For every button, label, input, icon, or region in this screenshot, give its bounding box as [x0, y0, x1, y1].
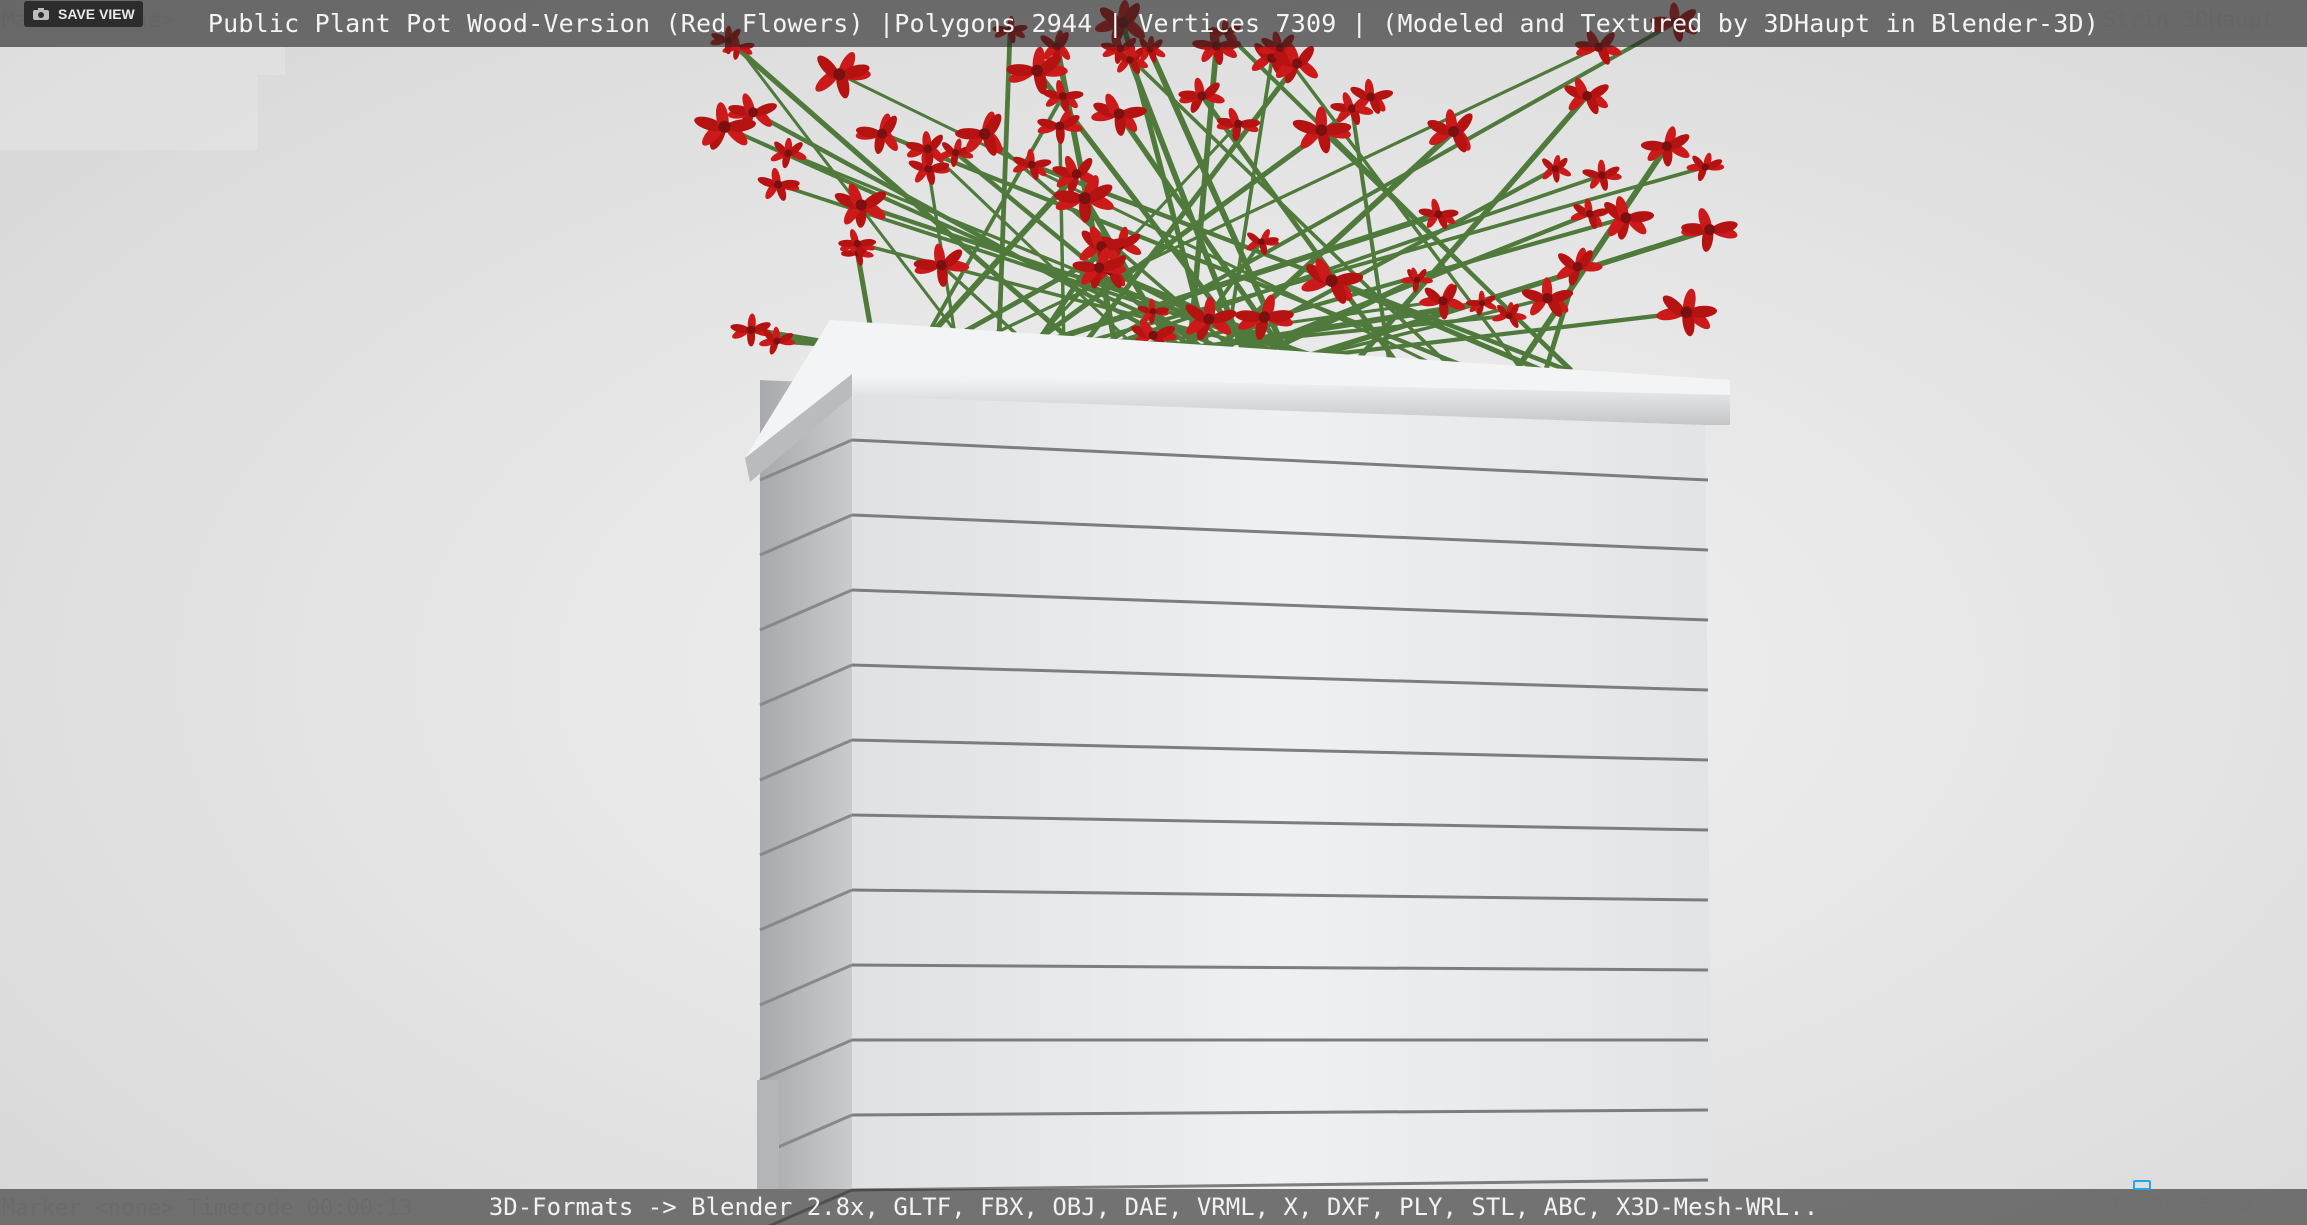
red-flower — [1656, 288, 1718, 337]
red-flower — [1582, 159, 1622, 191]
save-view-button[interactable]: SAVE VIEW — [24, 1, 143, 27]
formats-text: 3D-Formats -> Blender 2.8x, GLTF, FBX, O… — [488, 1193, 1819, 1221]
red-flower — [815, 52, 871, 99]
plant-pot-model — [694, 0, 1738, 1225]
red-flower — [1686, 152, 1725, 182]
flower-stem — [995, 29, 1013, 371]
red-flower — [757, 167, 800, 201]
red-flower — [770, 137, 807, 169]
pot-front-face — [852, 384, 1712, 1189]
red-flower — [1640, 126, 1690, 167]
ghost-panel — [0, 75, 258, 150]
model-title: Public Plant Pot Wood-Version (Red Flowe… — [207, 9, 2100, 38]
help-icon[interactable]: ? — [2111, 1194, 2120, 1213]
flower-stem — [1319, 128, 1574, 372]
red-flower — [855, 113, 899, 154]
save-view-label: SAVE VIEW — [58, 6, 135, 22]
red-flower — [1521, 277, 1574, 317]
red-flower — [1681, 208, 1738, 252]
settings-icon[interactable]: ⚙ — [2150, 1194, 2164, 1213]
fullscreen-icon[interactable]: ⛶ — [2284, 1193, 2295, 1213]
pot-side-face — [760, 380, 852, 1189]
red-flower — [913, 243, 970, 287]
camera-icon — [32, 7, 50, 21]
red-flower — [1091, 93, 1147, 136]
red-flower — [1542, 154, 1572, 183]
red-flower — [1246, 229, 1279, 256]
red-flower — [1216, 107, 1261, 141]
pot-foot — [757, 1080, 779, 1189]
layers-icon[interactable]: ☰ — [2194, 1194, 2208, 1213]
ghost-panel — [0, 47, 285, 75]
model-viewport[interactable] — [0, 0, 2307, 1225]
viewer-controls: ? ⚙ ☰ ▣ ⛶ — [2111, 1188, 2295, 1218]
vr-icon[interactable]: ▣ — [2239, 1194, 2254, 1213]
